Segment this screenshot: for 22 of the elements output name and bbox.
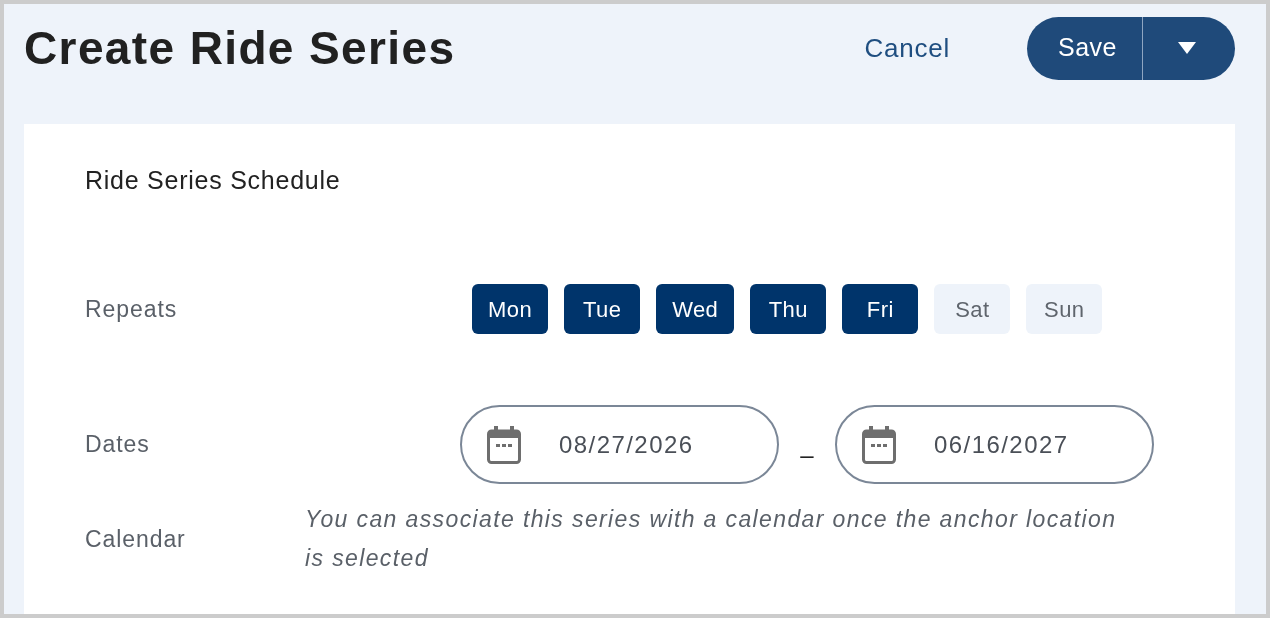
cancel-link[interactable]: Cancel xyxy=(864,28,950,68)
day-toggle-button[interactable]: Sat xyxy=(934,284,1011,334)
dropdown-button[interactable] xyxy=(1143,16,1235,80)
day-toggle-button[interactable]: Fri xyxy=(842,284,919,334)
day-toggle-button[interactable]: Sun xyxy=(1026,284,1103,334)
hint-text: You can associate this series with a calendar once the anchor location is selected xyxy=(305,505,1118,573)
day-toggle-button[interactable]: Tue xyxy=(564,284,641,334)
save-button[interactable]: Save xyxy=(1027,16,1143,80)
day-toggle-button[interactable]: Mon xyxy=(472,284,549,334)
field-label: Dates xyxy=(85,430,151,460)
field-label: Repeats xyxy=(85,294,179,324)
date-field[interactable]: 06/16/2027 xyxy=(835,405,1154,484)
field-label: Calendar xyxy=(85,524,187,554)
section-title: Ride Series Schedule xyxy=(85,165,341,195)
date-field[interactable]: 08/27/2026 xyxy=(460,405,779,484)
date-separator: – xyxy=(799,439,815,470)
calendar-icon xyxy=(487,425,521,464)
day-toggle-button[interactable]: Thu xyxy=(750,284,827,334)
day-toggle-button[interactable]: Wed xyxy=(656,284,735,334)
calendar-icon xyxy=(862,425,896,464)
page-title: Create Ride Series xyxy=(24,21,456,75)
caret-icon xyxy=(1178,42,1196,54)
